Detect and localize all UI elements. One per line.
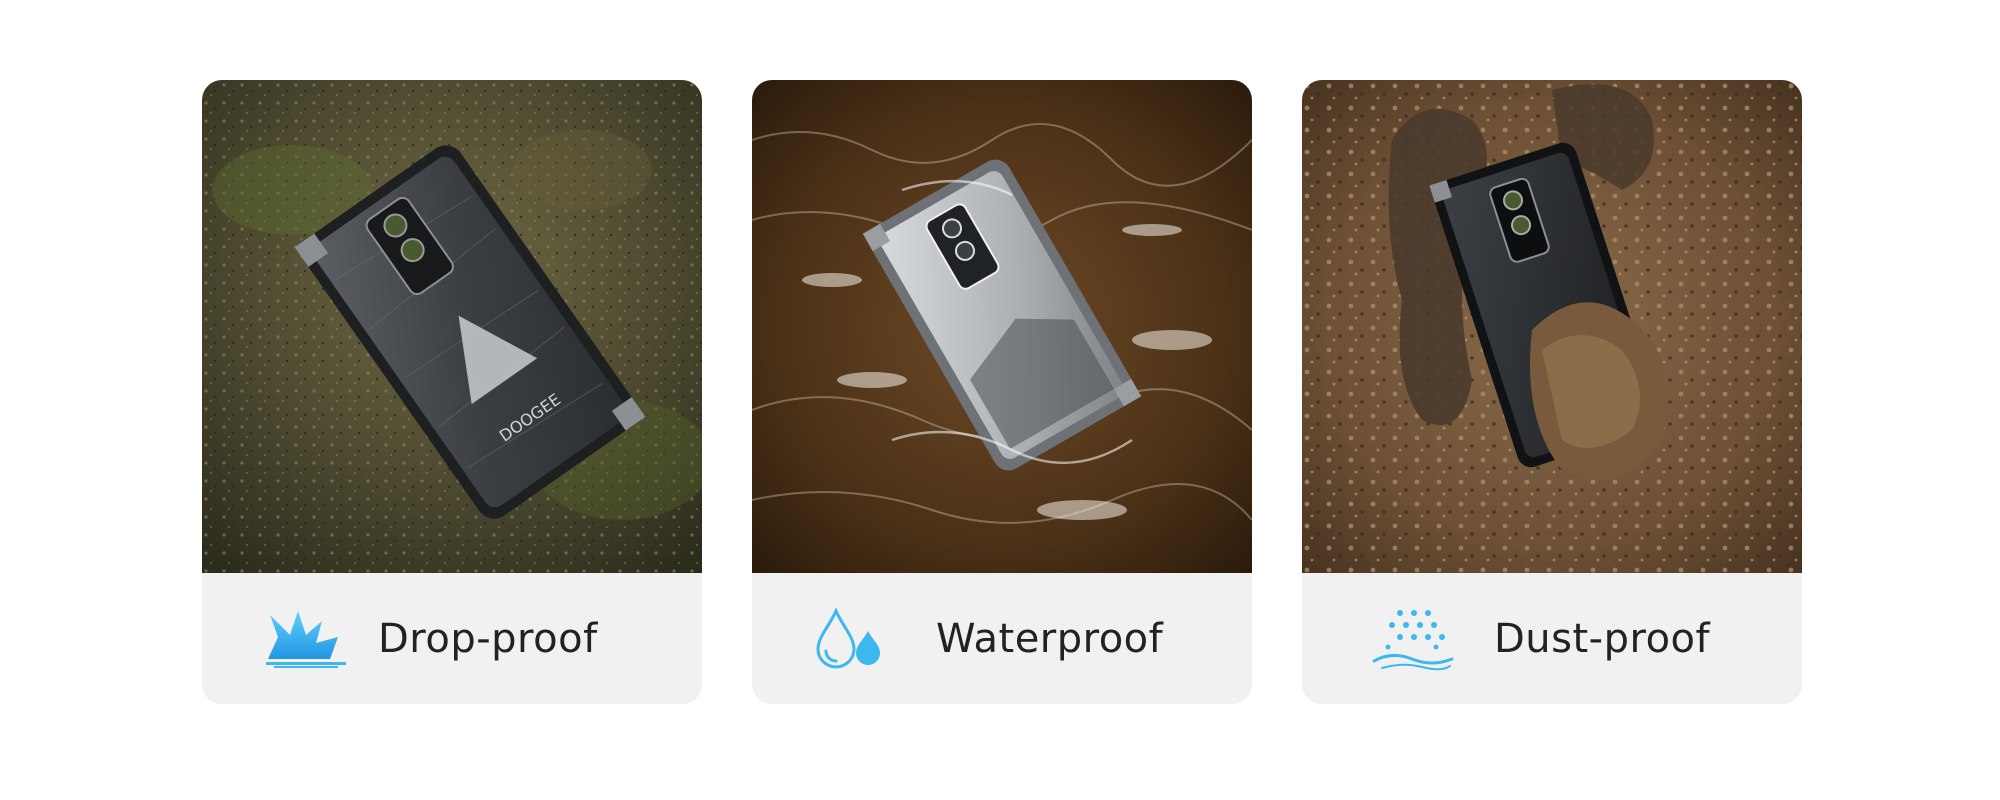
- waterproof-photo: [752, 80, 1252, 573]
- drop-proof-photo: DOOGEE: [202, 80, 702, 573]
- waterproof-label: Waterproof: [936, 615, 1164, 662]
- drop-proof-label: Drop-proof: [378, 615, 598, 662]
- waterproof-caption: Waterproof: [752, 573, 1252, 704]
- feature-cards: DOOGEE Drop-proof Waterproof Dust-proof: [202, 80, 1802, 704]
- drop-proof-caption: Drop-proof: [202, 573, 702, 704]
- dust-proof-label: Dust-proof: [1494, 615, 1711, 662]
- dust-proof-photo: [1302, 80, 1802, 573]
- drop-impact-icon: [264, 609, 348, 669]
- drop-proof-card: DOOGEE Drop-proof: [202, 80, 702, 704]
- waterproof-card: Waterproof: [752, 80, 1252, 704]
- dust-proof-card: Dust-proof: [1302, 80, 1802, 704]
- dust-proof-caption: Dust-proof: [1302, 573, 1802, 704]
- water-drops-icon: [812, 606, 884, 671]
- dust-particles-icon: [1372, 607, 1454, 671]
